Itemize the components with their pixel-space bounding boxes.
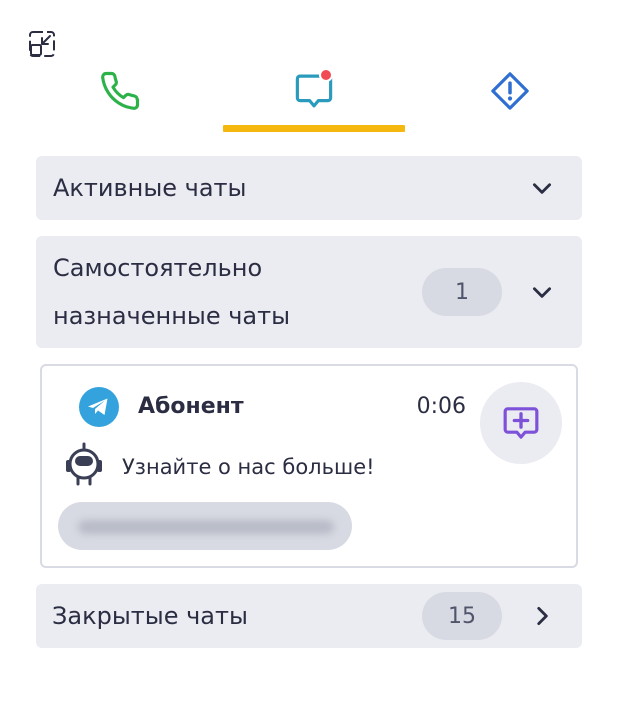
section-closed-chats[interactable]: Закрытые чаты 15 (36, 584, 582, 648)
take-chat-button[interactable] (480, 382, 562, 464)
minimize-button[interactable] (27, 29, 57, 59)
chevron-down-icon (533, 287, 551, 298)
count-badge: 15 (422, 592, 502, 640)
tab-alerts[interactable] (430, 60, 590, 132)
expand-toggle[interactable] (528, 278, 556, 306)
channel-tabs (0, 60, 620, 132)
chevron-down-icon (533, 183, 551, 194)
warning-diamond-icon (491, 72, 529, 110)
blurred-tag (58, 502, 352, 550)
contact-name: Абонент (138, 394, 244, 419)
section-active-chats[interactable]: Активные чаты (36, 156, 582, 220)
tab-calls[interactable] (40, 60, 200, 132)
telegram-icon (78, 386, 120, 428)
robot-icon (64, 442, 104, 486)
active-tab-indicator (223, 125, 405, 132)
phone-icon (101, 71, 140, 110)
section-title: Самостоятельно назначенные чаты (53, 254, 291, 330)
count-badge: 1 (422, 268, 502, 316)
section-title: Активные чаты (53, 174, 247, 202)
section-title: Закрытые чаты (52, 602, 248, 630)
expand-toggle[interactable] (528, 174, 556, 202)
unread-badge (319, 68, 333, 82)
minimize-icon (29, 31, 55, 57)
expand-toggle[interactable] (528, 602, 556, 630)
chat-list-item[interactable]: Абонент 0:06 Узнайте о нас больше! (40, 364, 578, 568)
section-self-assigned-chats[interactable]: Самостоятельно назначенные чаты 1 (36, 236, 582, 348)
chat-time: 0:06 (416, 394, 466, 419)
chevron-right-icon (537, 607, 548, 625)
tab-chats[interactable] (223, 60, 405, 132)
chat-plus-icon (503, 407, 539, 439)
last-message: Узнайте о нас больше! (122, 455, 375, 479)
